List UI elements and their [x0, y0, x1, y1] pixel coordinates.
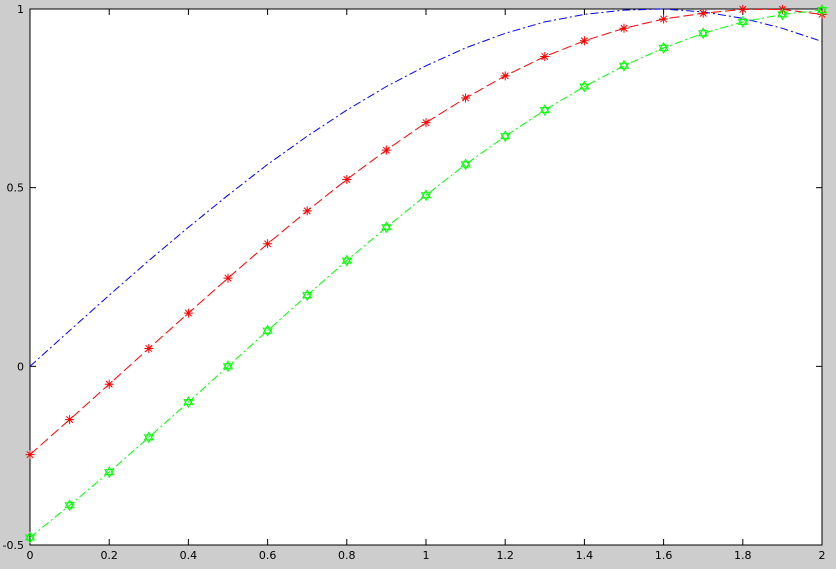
data-point-marker: [500, 71, 510, 81]
data-point-marker: [659, 14, 669, 24]
data-point-marker: [421, 118, 431, 128]
data-point-marker: [25, 450, 35, 460]
data-point-marker: [342, 174, 352, 184]
data-point-marker: [381, 145, 391, 155]
data-point-marker: [183, 308, 193, 318]
data-point-marker: [263, 239, 273, 249]
y-tick-label: -0.5: [3, 539, 24, 552]
x-tick-label: 1.6: [655, 549, 673, 562]
data-point-marker: [698, 8, 708, 18]
data-point-marker: [65, 415, 75, 425]
data-point-marker: [223, 273, 233, 283]
data-point-marker: [302, 206, 312, 216]
x-tick-label: 2: [819, 549, 826, 562]
data-point-marker: [540, 52, 550, 62]
x-tick-label: 0.8: [338, 549, 356, 562]
figure: 0 0.2 0.4 0.6 0.8 1 1.2 1.4 1.6 1.8 2-0.500.51: [3, 3, 828, 562]
y-tick-label: 1: [17, 3, 24, 16]
x-tick-label: 1: [423, 549, 430, 562]
data-point-marker: [738, 4, 748, 14]
data-point-marker: [144, 343, 154, 353]
y-tick-label: 0: [17, 360, 24, 373]
x-tick-label: 0.4: [180, 549, 198, 562]
data-point-marker: [104, 379, 114, 389]
y-tick-label: 0.5: [7, 182, 25, 195]
x-tick-label: 1.8: [734, 549, 752, 562]
x-tick-label: 0.2: [100, 549, 118, 562]
x-tick-label: 0: [27, 549, 34, 562]
plot-area: [29, 8, 823, 546]
x-tick-label: 1.2: [496, 549, 514, 562]
x-tick-label: 1.4: [576, 549, 594, 562]
data-point-marker: [579, 36, 589, 46]
x-tick-label: 0.6: [259, 549, 277, 562]
data-point-marker: [461, 93, 471, 103]
data-point-marker: [619, 23, 629, 33]
